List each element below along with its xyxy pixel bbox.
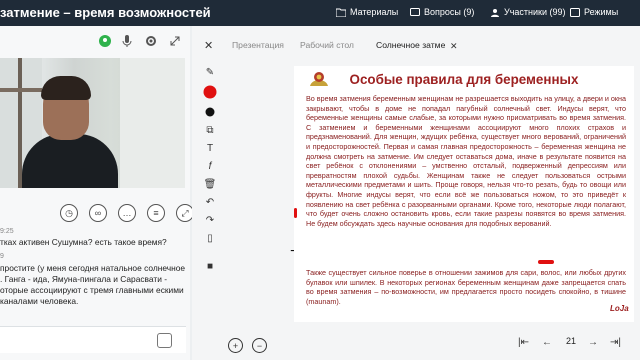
next-page-icon[interactable]: → <box>588 337 598 348</box>
questions-menu[interactable]: Вопросы (9) <box>410 7 474 17</box>
emoji-icon[interactable] <box>157 333 172 348</box>
slide-paragraph: Также существует сильное поверье в отнош… <box>306 268 626 306</box>
slide: Особые правила для беременных Во время з… <box>294 66 634 322</box>
chat-toolbar: ◷ ∞ … ≡ ⤢ <box>60 204 194 222</box>
microphone-icon[interactable] <box>120 34 134 48</box>
signature-logo: LoJa <box>610 304 629 313</box>
message-time: 9 <box>0 253 4 261</box>
speaker-body <box>22 134 118 188</box>
last-page-icon[interactable]: ⇥| <box>610 337 621 348</box>
shapes-icon[interactable]: ⧉ <box>202 122 218 138</box>
text-icon[interactable]: T <box>202 140 218 156</box>
video-toolbar <box>0 26 190 56</box>
color-picker-icon[interactable] <box>202 84 218 100</box>
clock-icon[interactable]: ◷ <box>60 204 78 222</box>
board-bottom-bar: + − |⇤ ← 21 → ⇥| <box>192 332 640 360</box>
modes-label: Режимы <box>584 7 619 17</box>
redo-icon[interactable]: ↷ <box>202 212 218 228</box>
modes-menu[interactable]: Режимы <box>570 7 618 17</box>
location-icon[interactable] <box>98 34 112 48</box>
chat-message: простите (у меня сегодня натальное солне… <box>0 262 186 307</box>
camera-icon[interactable]: ■ <box>202 258 218 274</box>
modes-icon <box>570 7 580 17</box>
upload-icon[interactable]: ▯ <box>202 230 218 246</box>
drawing-toolbar: ✎ ⧉ T f 🗑 ↶ ↷ ▯ ■ <box>196 64 224 324</box>
participants-menu[interactable]: Участники (99) <box>490 7 566 17</box>
speaker-hair <box>41 76 91 100</box>
users-icon <box>490 8 500 17</box>
chat-input[interactable] <box>0 326 186 353</box>
annotation-mark <box>294 208 297 218</box>
top-bar: затмение – время возможностей Материалы … <box>0 0 640 26</box>
webcam-video <box>0 58 185 188</box>
tab-presentation[interactable]: Презентация <box>232 40 284 50</box>
board-tabs: ✕ Презентация Рабочий стол Солнечное зат… <box>192 34 640 60</box>
questions-label: Вопросы (9) <box>424 7 475 17</box>
presentation-board: ✕ Презентация Рабочий стол Солнечное зат… <box>192 26 640 360</box>
message-time: 9:25 <box>0 228 14 235</box>
link-icon[interactable]: ∞ <box>89 204 107 222</box>
list-icon[interactable]: ≡ <box>147 204 165 222</box>
annotation-mark <box>538 260 554 264</box>
slide-title: Особые правила для беременных <box>349 72 579 87</box>
pencil-icon[interactable]: ✎ <box>202 64 218 80</box>
expand-icon[interactable] <box>168 34 182 48</box>
webinar-title: затмение – время возможностей <box>0 5 211 20</box>
left-panel: ◷ ∞ … ≡ ⤢ 9:25 тках активен Сушумна? ест… <box>0 26 194 360</box>
zoom-in-icon[interactable]: + <box>228 338 243 353</box>
trash-icon[interactable]: 🗑 <box>202 176 218 192</box>
dot-icon[interactable] <box>202 104 218 120</box>
undo-icon[interactable]: ↶ <box>202 194 218 210</box>
chat-message: тках активен Сушумна? есть такое время? <box>0 237 167 248</box>
tab-active[interactable]: Солнечное затме <box>376 40 445 50</box>
materials-label: Материалы <box>350 7 399 17</box>
materials-menu[interactable]: Материалы <box>335 7 399 17</box>
page-number[interactable]: 21 <box>562 336 580 350</box>
tab-desktop[interactable]: Рабочий стол <box>300 40 354 50</box>
folder-icon <box>335 8 347 17</box>
prev-page-icon[interactable]: ← <box>542 337 552 348</box>
formula-icon[interactable]: f <box>202 158 218 174</box>
chat-messages: 9:25 тках активен Сушумна? есть такое вр… <box>0 226 186 307</box>
slide-paragraph: Во время затмения беременным женщинам не… <box>306 94 626 228</box>
comment-icon[interactable]: … <box>118 204 136 222</box>
close-board-icon[interactable]: ✕ <box>204 39 213 52</box>
participants-label: Участники (99) <box>504 7 566 17</box>
zoom-out-icon[interactable]: − <box>252 338 267 353</box>
gear-icon[interactable] <box>144 34 158 48</box>
first-page-icon[interactable]: |⇤ <box>518 337 529 348</box>
close-tab-icon[interactable]: ✕ <box>450 41 458 52</box>
question-icon <box>410 7 420 17</box>
